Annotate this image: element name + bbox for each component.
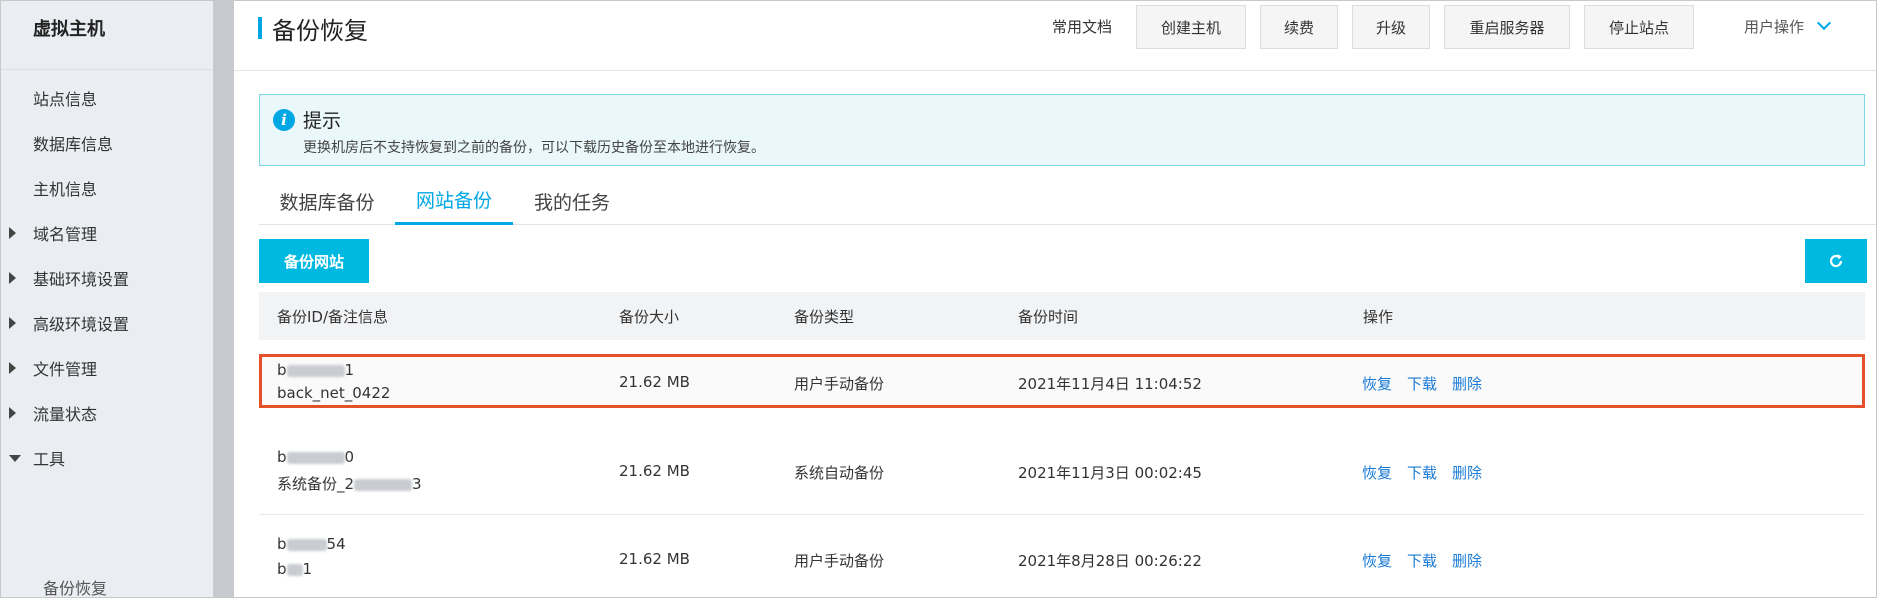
sidebar-item-label: 站点信息	[33, 90, 98, 109]
sidebar: 虚拟主机 站点信息 数据库信息 主机信息 域名管理 基础环境设置 高级环境设置 …	[1, 1, 213, 598]
backup-id: b0	[277, 448, 355, 466]
sidebar-item-label: 域名管理	[33, 225, 98, 244]
backup-size: 21.62 MB	[619, 550, 690, 568]
restore-link[interactable]: 恢复	[1362, 373, 1392, 394]
sidebar-item-host-info[interactable]: 主机信息	[1, 168, 213, 208]
redacted-text	[286, 538, 327, 551]
column-header-id: 备份ID/备注信息	[277, 308, 389, 326]
backup-note: 系统备份_2 3	[277, 475, 422, 493]
redacted-text	[286, 364, 345, 377]
tab-database-backup[interactable]: 数据库备份	[259, 177, 395, 225]
column-header-size: 备份大小	[619, 308, 680, 326]
page-header: 备份恢复 常用文档 创建主机 续费 升级 重启服务器 停止站点 用户操作	[234, 1, 1876, 71]
download-link[interactable]: 下载	[1407, 373, 1437, 394]
table-row: b 54 b1 21.62 MB 用户手动备份 2021年8月28日 00:26:…	[259, 517, 1865, 598]
column-header-type: 备份类型	[794, 308, 855, 326]
restore-link[interactable]: 恢复	[1362, 550, 1392, 571]
redacted-text	[286, 563, 303, 576]
tip-text: 更换机房后不支持恢复到之前的备份，可以下载历史备份至本地进行恢复。	[303, 140, 765, 156]
backup-type: 用户手动备份	[794, 375, 885, 393]
sidebar-item-label: 工具	[33, 450, 66, 469]
sidebar-item-site-info[interactable]: 站点信息	[1, 78, 213, 118]
tab-bar: 数据库备份 网站备份 我的任务	[259, 177, 1876, 225]
delete-link[interactable]: 删除	[1452, 373, 1482, 394]
caret-right-icon	[9, 362, 16, 374]
upgrade-button[interactable]: 升级	[1352, 5, 1430, 49]
sidebar-item-domain-management[interactable]: 域名管理	[1, 213, 213, 253]
backup-note: b1	[277, 560, 313, 578]
tab-my-tasks[interactable]: 我的任务	[513, 177, 631, 225]
sidebar-divider	[1, 69, 213, 70]
download-link[interactable]: 下载	[1407, 550, 1437, 571]
sidebar-item-basic-env[interactable]: 基础环境设置	[1, 258, 213, 298]
sidebar-item-file-management[interactable]: 文件管理	[1, 348, 213, 388]
docs-link[interactable]: 常用文档	[1052, 16, 1112, 37]
backup-time: 2021年11月3日 00:02:45	[1018, 464, 1202, 482]
restart-server-button[interactable]: 重启服务器	[1444, 5, 1570, 49]
redacted-text	[286, 451, 345, 464]
renew-button[interactable]: 续费	[1260, 5, 1338, 49]
delete-link[interactable]: 删除	[1452, 462, 1482, 483]
backup-size: 21.62 MB	[619, 373, 690, 391]
caret-right-icon	[9, 407, 16, 419]
sidebar-item-label: 流量状态	[33, 405, 98, 424]
table-row-highlighted: b1 back_net_0422 21.62 MB 用户手动备份 2021年11…	[259, 354, 1865, 408]
stop-site-button[interactable]: 停止站点	[1584, 5, 1694, 49]
tip-title: 提示	[303, 110, 342, 132]
sidebar-item-tools[interactable]: 工具	[1, 438, 213, 478]
caret-right-icon	[9, 227, 16, 239]
refresh-button[interactable]	[1805, 239, 1867, 283]
create-host-button[interactable]: 创建主机	[1136, 5, 1246, 49]
sidebar-item-label: 文件管理	[33, 360, 98, 379]
caret-right-icon	[9, 317, 16, 329]
sidebar-item-database-info[interactable]: 数据库信息	[1, 123, 213, 163]
backup-id: b 54	[277, 535, 346, 553]
table-row: b0 系统备份_2 3 21.62 MB 系统自动备份 2021年11月3日 00…	[259, 429, 1865, 515]
tab-website-backup[interactable]: 网站备份	[395, 177, 513, 225]
backup-type: 系统自动备份	[794, 464, 885, 482]
restore-link[interactable]: 恢复	[1362, 462, 1392, 483]
sidebar-item-label: 主机信息	[33, 180, 98, 199]
sidebar-item-advanced-env[interactable]: 高级环境设置	[1, 303, 213, 343]
caret-right-icon	[9, 272, 16, 284]
chevron-down-icon[interactable]	[1816, 15, 1832, 31]
user-ops-dropdown[interactable]: 用户操作	[1744, 16, 1804, 37]
backup-type: 用户手动备份	[794, 552, 885, 570]
caret-down-icon	[9, 454, 21, 462]
title-accent-bar	[258, 17, 262, 39]
backup-website-button[interactable]: 备份网站	[259, 239, 369, 283]
backup-time: 2021年11月4日 11:04:52	[1018, 375, 1202, 393]
main-content: 备份恢复 常用文档 创建主机 续费 升级 重启服务器 停止站点 用户操作 i 提…	[234, 1, 1876, 597]
sidebar-collapse-bar[interactable]	[213, 1, 234, 597]
refresh-icon	[1829, 254, 1843, 268]
sidebar-subitem-backup-restore[interactable]: 备份恢复	[43, 575, 107, 598]
backup-size: 21.62 MB	[619, 462, 690, 480]
sidebar-item-traffic-status[interactable]: 流量状态	[1, 393, 213, 433]
table-header: 备份ID/备注信息 备份大小 备份类型 备份时间 操作	[259, 292, 1865, 340]
column-header-actions: 操作	[1363, 308, 1394, 326]
sidebar-item-label: 基础环境设置	[33, 270, 130, 289]
backup-note: back_net_0422	[277, 384, 391, 402]
delete-link[interactable]: 删除	[1452, 550, 1482, 571]
sidebar-title: 虚拟主机	[33, 19, 105, 40]
info-icon: i	[273, 109, 295, 131]
sidebar-item-label: 高级环境设置	[33, 315, 130, 334]
backup-time: 2021年8月28日 00:26:22	[1018, 552, 1202, 570]
download-link[interactable]: 下载	[1407, 462, 1437, 483]
tip-banner: i 提示 更换机房后不支持恢复到之前的备份，可以下载历史备份至本地进行恢复。	[259, 94, 1865, 166]
column-header-time: 备份时间	[1018, 308, 1079, 326]
redacted-text	[354, 478, 413, 491]
backup-id: b1	[277, 361, 355, 379]
sidebar-item-label: 数据库信息	[33, 135, 114, 154]
page-title: 备份恢复	[272, 17, 368, 45]
